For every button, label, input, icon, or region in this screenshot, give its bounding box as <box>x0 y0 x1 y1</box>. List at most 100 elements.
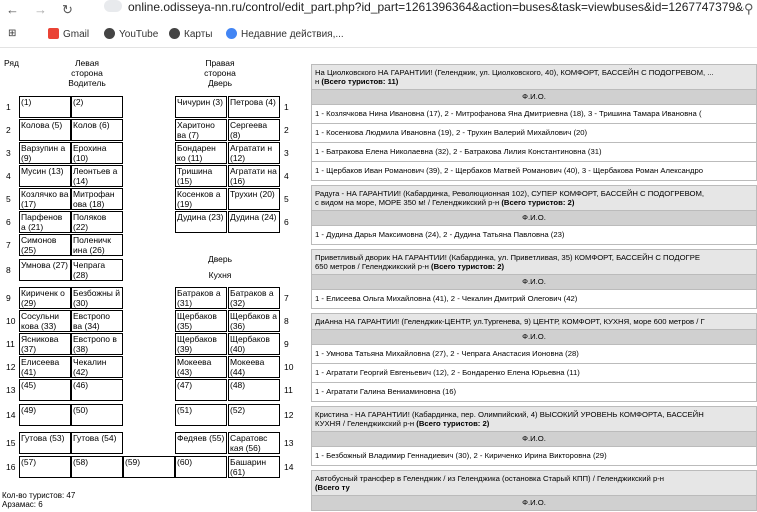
back-icon[interactable]: ← <box>6 2 19 17</box>
forward-icon[interactable]: → <box>34 2 47 17</box>
fio-header: Ф.И.О. <box>311 89 757 105</box>
seat-cell[interactable]: Леонтьев а (14) <box>71 165 123 187</box>
seat-cell[interactable]: (57) <box>19 456 71 478</box>
hotel-name: Приветливый дворик НА ГАРАНТИИ! (Кабарди… <box>315 253 700 262</box>
apps-icon[interactable]: ⊞ <box>8 28 16 39</box>
seat-cell[interactable]: Дудина (24) <box>228 211 280 233</box>
seat-cell[interactable]: (49) <box>19 404 71 426</box>
seat-cell[interactable]: Щербаков а (36) <box>228 310 280 332</box>
seat-cell[interactable]: Бондарен ко (11) <box>175 142 227 164</box>
seat-cell[interactable]: Ясникова (37) <box>19 333 71 355</box>
seat-cell[interactable]: Поленичк ина (26) <box>71 234 123 256</box>
seat-cell[interactable]: Кириченк о (29) <box>19 287 71 309</box>
seat-cell[interactable]: Федяев (55) <box>175 432 227 454</box>
seat-cell[interactable]: Колов (6) <box>71 119 123 141</box>
seat-cell[interactable]: (48) <box>228 379 280 401</box>
seat-cell[interactable]: Сергеева (8) <box>228 119 280 141</box>
seat-cell[interactable]: Митрофан ова (18) <box>71 188 123 210</box>
seat-cell[interactable]: Косенков а (19) <box>175 188 227 210</box>
seat-cell[interactable]: Петрова (4) <box>228 96 280 118</box>
row-number: 1 <box>6 102 11 112</box>
row-number: 3 <box>284 148 289 158</box>
seat-cell[interactable]: Безбожны й (30) <box>71 287 123 309</box>
bookmark-youtube[interactable]: YouTube <box>104 28 158 40</box>
seat-cell[interactable]: Елисеева (41) <box>19 356 71 378</box>
seat-cell[interactable]: (59) <box>123 456 175 478</box>
row-number: 4 <box>6 171 11 181</box>
seat-cell[interactable]: Симонов (25) <box>19 234 71 256</box>
seat-cell[interactable]: Чекалин (42) <box>71 356 123 378</box>
seat-cell[interactable]: Батраков а (32) <box>228 287 280 309</box>
hotel-total: (Всего туристов: 2) <box>431 262 505 271</box>
seat-cell[interactable]: Сосульни кова (33) <box>19 310 71 332</box>
seat-cell[interactable]: Козлячко ва (17) <box>19 188 71 210</box>
seat-cell[interactable]: Гутова (54) <box>71 432 123 454</box>
seat-cell[interactable]: Ерохина (10) <box>71 142 123 164</box>
seat-cell[interactable]: Поляков (22) <box>71 211 123 233</box>
bookmark-maps[interactable]: Карты <box>169 28 213 40</box>
hotel-block: Автобусный трансфер в Геленджик / из Гел… <box>311 470 757 511</box>
hotel-total: (Всего ту <box>315 483 350 492</box>
seat-cell[interactable]: Гутова (53) <box>19 432 71 454</box>
seat-cell[interactable]: Дудина (23) <box>175 211 227 233</box>
seat-cell[interactable]: (51) <box>175 404 227 426</box>
reload-icon[interactable]: ↻ <box>62 2 73 18</box>
hotel-block: Радуга - НА ГАРАНТИИ! (Кабардинка, Револ… <box>311 185 757 245</box>
hotel-location: 650 метров / Геленджикский р-н <box>315 262 429 271</box>
seat-cell[interactable]: Башарин (61) <box>228 456 280 478</box>
seat-cell[interactable]: Умнова (27) <box>19 259 71 281</box>
tourist-row: 1 - Батракова Елена Николаевна (32), 2 -… <box>311 143 757 162</box>
seat-cell[interactable]: Чичурин (3) <box>175 96 227 118</box>
seat-cell[interactable]: Колова (5) <box>19 119 71 141</box>
hotel-name: ДиАнна НА ГАРАНТИИ! (Геленджик-ЦЕНТР, ул… <box>315 317 705 326</box>
seat-cell[interactable]: Саратовс кая (56) <box>228 432 280 454</box>
seat-cell[interactable]: Трухин (20) <box>228 188 280 210</box>
hotel-name: Автобусный трансфер в Геленджик / из Гел… <box>315 474 665 483</box>
seat-cell[interactable]: Агратати на (16) <box>228 165 280 187</box>
tourist-row: 1 - Дудина Дарья Максимовна (24), 2 - Ду… <box>311 226 757 245</box>
seat-cell[interactable]: Евстропо ва (34) <box>71 310 123 332</box>
seat-cell[interactable]: (46) <box>71 379 123 401</box>
seat-cell[interactable]: (58) <box>71 456 123 478</box>
seat-cell[interactable]: (47) <box>175 379 227 401</box>
row-number: 2 <box>6 125 11 135</box>
seat-cell[interactable]: Щербаков (39) <box>175 333 227 355</box>
arzamas-count: Арзамас: 6 <box>2 500 43 509</box>
site-info-icon[interactable] <box>104 0 122 12</box>
seat-cell[interactable]: Мокеева (44) <box>228 356 280 378</box>
seat-cell[interactable]: Батраков а (31) <box>175 287 227 309</box>
row-number: 12 <box>284 410 294 420</box>
row-number: 15 <box>6 438 16 448</box>
seat-cell[interactable]: Мусин (13) <box>19 165 71 187</box>
seat-cell[interactable]: (1) <box>19 96 71 118</box>
bookmark-recent[interactable]: Недавние действия,... <box>226 28 344 40</box>
seat-cell[interactable]: Щербаков (35) <box>175 310 227 332</box>
seat-cell[interactable]: Парфенов а (21) <box>19 211 71 233</box>
maps-icon <box>169 28 180 39</box>
row-number: 13 <box>6 385 16 395</box>
seat-cell[interactable]: Чепрага (28) <box>71 259 123 281</box>
hotel-title: Радуга - НА ГАРАНТИИ! (Кабардинка, Револ… <box>311 185 757 210</box>
seat-cell[interactable]: Агратати н (12) <box>228 142 280 164</box>
row-number: 12 <box>6 362 16 372</box>
seat-cell[interactable]: (60) <box>175 456 227 478</box>
seat-cell[interactable]: Харитоно ва (7) <box>175 119 227 141</box>
seat-cell[interactable]: Евстропо в (38) <box>71 333 123 355</box>
page-content: Ряд Левая сторона Водитель Правая сторон… <box>0 48 757 512</box>
row-number: 10 <box>284 362 294 372</box>
bookmark-gmail[interactable]: Gmail <box>48 28 89 40</box>
seat-cell[interactable]: Тришина (15) <box>175 165 227 187</box>
seat-cell[interactable]: (52) <box>228 404 280 426</box>
seat-cell[interactable]: Мокеева (43) <box>175 356 227 378</box>
tourist-row: 1 - Агратати Галина Вениаминовна (16) <box>311 383 757 402</box>
seat-cell[interactable]: Щербаков (40) <box>228 333 280 355</box>
hotel-block: Приветливый дворик НА ГАРАНТИИ! (Кабарди… <box>311 249 757 309</box>
row-number: 9 <box>284 339 289 349</box>
seat-cell[interactable]: (45) <box>19 379 71 401</box>
seat-cell[interactable]: Варзупин а (9) <box>19 142 71 164</box>
seat-cell[interactable]: (2) <box>71 96 123 118</box>
tourist-row: 1 - Безбожный Владимир Геннадиевич (30),… <box>311 447 757 466</box>
search-icon[interactable]: ⚲ <box>744 1 754 17</box>
seat-cell[interactable]: (50) <box>71 404 123 426</box>
address-bar[interactable]: online.odisseya-nn.ru/control/edit_part.… <box>104 0 744 16</box>
